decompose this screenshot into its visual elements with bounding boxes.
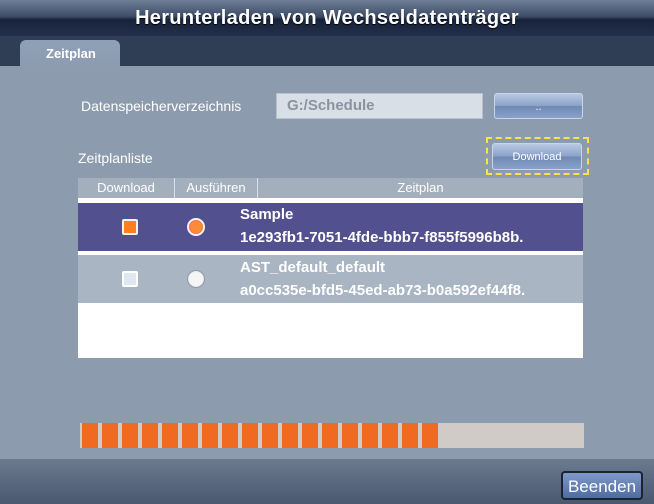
progress-segment <box>382 423 398 448</box>
footer-bar <box>0 459 654 504</box>
download-progress-bar <box>80 423 584 448</box>
execute-radio[interactable] <box>187 270 205 288</box>
progress-segment <box>162 423 178 448</box>
progress-segment <box>242 423 258 448</box>
table-row[interactable]: Sample 1e293fb1-7051-4fde-bbb7-f855f5996… <box>78 203 583 251</box>
execute-radio[interactable] <box>187 218 205 236</box>
window-title: Herunterladen von Wechseldatenträger <box>135 7 519 29</box>
schedule-name: AST_default_default <box>240 259 386 276</box>
download-button[interactable]: Download <box>492 143 582 170</box>
progress-segment <box>222 423 238 448</box>
end-button[interactable]: Beenden <box>561 471 643 500</box>
progress-segment <box>142 423 158 448</box>
progress-segment <box>322 423 338 448</box>
progress-segment <box>402 423 418 448</box>
schedule-name: Sample <box>240 206 294 223</box>
schedule-id: 1e293fb1-7051-4fde-bbb7-f855f5996b8b. <box>240 229 524 246</box>
progress-segment <box>262 423 278 448</box>
column-header-schedule: Zeitplan <box>397 180 444 195</box>
progress-segment <box>102 423 118 448</box>
column-header-download: Download <box>97 180 155 195</box>
title-bar: Herunterladen von Wechseldatenträger <box>0 0 654 36</box>
storage-directory-label: Datenspeicherverzeichnis <box>81 98 242 114</box>
column-header-execute: Ausführen <box>186 180 246 195</box>
browse-button[interactable]: .. <box>494 93 583 119</box>
table-row[interactable]: AST_default_default a0cc535e-bfd5-45ed-a… <box>78 255 583 303</box>
download-checkbox[interactable] <box>122 271 138 287</box>
progress-segment <box>302 423 318 448</box>
progress-segment <box>342 423 358 448</box>
tab-zeitplan[interactable]: Zeitplan <box>20 40 120 67</box>
storage-path-field[interactable]: G:/Schedule <box>276 93 483 119</box>
progress-segment <box>122 423 138 448</box>
download-dialog: Herunterladen von Wechseldatenträger Zei… <box>0 0 654 504</box>
progress-segment <box>282 423 298 448</box>
download-checkbox[interactable] <box>122 219 138 235</box>
progress-segment <box>362 423 378 448</box>
progress-segment <box>82 423 98 448</box>
progress-segment <box>202 423 218 448</box>
progress-segment <box>422 423 438 448</box>
table-header: Download Ausführen Zeitplan <box>78 178 583 198</box>
schedule-list-label: Zeitplanliste <box>78 150 153 166</box>
schedule-id: a0cc535e-bfd5-45ed-ab73-b0a592ef44f8. <box>240 282 526 299</box>
progress-segment <box>182 423 198 448</box>
